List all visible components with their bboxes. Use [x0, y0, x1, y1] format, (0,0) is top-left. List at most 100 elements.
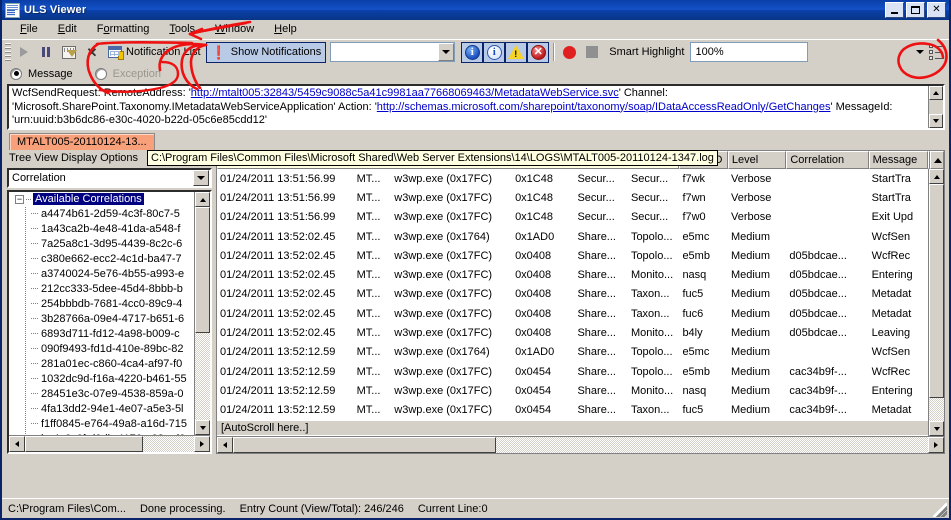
table-row[interactable]: 01/24/2011 13:52:02.45 MT... w3wp.exe (0x1…	[217, 304, 928, 323]
tree-item[interactable]: 254bbbdb-7681-4cc0-89c9-4	[9, 296, 194, 311]
tree-item[interactable]: a3740024-5e76-4b55-a993-e	[9, 266, 194, 281]
stop-button[interactable]	[581, 42, 603, 63]
resize-grip[interactable]	[933, 503, 947, 517]
message-link[interactable]: http://schemas.microsoft.com/sharepoint/…	[377, 101, 831, 113]
tree-item[interactable]: 6893d711-fd12-4a98-b009-c	[9, 326, 194, 341]
close-button[interactable]: ✕	[927, 2, 946, 18]
grid-scroll-up-button[interactable]	[929, 169, 944, 184]
tree-item[interactable]: 212cc333-5dee-45d4-8bbb-b	[9, 281, 194, 296]
tree-item[interactable]: 4fa13dd2-94e1-4e07-a5e3-5l	[9, 401, 194, 416]
menu-file[interactable]: File	[10, 21, 48, 37]
scroll-down-button[interactable]	[929, 114, 943, 128]
tree-root-node[interactable]: − Available Correlations	[9, 192, 194, 206]
filter-combo-arrow[interactable]	[438, 43, 455, 61]
filter-combo[interactable]	[330, 42, 456, 62]
tree-scroll-left-button[interactable]	[9, 436, 25, 452]
menu-window[interactable]: Window	[205, 21, 264, 37]
tree-group-by-combo[interactable]: Correlation	[7, 168, 212, 188]
grid-scroll-thumb[interactable]	[929, 184, 944, 398]
grid-scroll-down-button[interactable]	[929, 421, 944, 436]
maximize-button[interactable]	[906, 2, 925, 18]
tree-item[interactable]: 1032dc9d-f16a-4220-b461-55	[9, 371, 194, 386]
table-row[interactable]: 01/24/2011 13:52:02.45 MT... w3wp.exe (0x1…	[217, 265, 928, 284]
message-radio[interactable]	[10, 67, 22, 80]
menu-formatting[interactable]: Formatting	[87, 21, 160, 37]
tree-item[interactable]: 7a25a8c1-3d95-4439-8c2c-6	[9, 236, 194, 251]
log-tab[interactable]: MTALT005-20110124-13...	[9, 133, 155, 150]
tree-scroll-up-button[interactable]	[195, 192, 210, 207]
tree-item[interactable]: 3b28766a-09e4-4717-b651-6	[9, 311, 194, 326]
message-link[interactable]: http://mtalt005:32843/5459c9088c5a41c998…	[191, 87, 619, 99]
table-row[interactable]: 01/24/2011 13:51:56.99 MT... w3wp.exe (0x1…	[217, 208, 928, 227]
zoom-input[interactable]: 100%	[690, 42, 809, 62]
log-grid-rows[interactable]: 01/24/2011 13:51:56.99 MT... w3wp.exe (0x1…	[217, 169, 928, 423]
minimize-button[interactable]	[885, 2, 904, 18]
toolbar-overflow-button[interactable]	[913, 42, 927, 62]
tree-hscroll-track[interactable]	[25, 436, 194, 452]
tree-scroll-right-button[interactable]	[194, 436, 210, 452]
menu-help[interactable]: Help	[264, 21, 307, 37]
table-row[interactable]: 01/24/2011 13:52:02.45 MT... w3wp.exe (0x1…	[217, 246, 928, 265]
grid-hscroll-track[interactable]	[233, 437, 928, 453]
grid-vertical-scrollbar[interactable]	[928, 169, 944, 436]
info-critical-toggle[interactable]: i	[461, 41, 484, 63]
cell-exe: w3wp.exe (0x17FC)	[394, 288, 493, 301]
table-row[interactable]: 01/24/2011 13:52:12.59 MT... w3wp.exe (0x1…	[217, 381, 928, 400]
toolbar-options-button[interactable]	[929, 44, 945, 60]
tree-horizontal-scrollbar[interactable]	[9, 435, 210, 452]
table-row[interactable]: 01/24/2011 13:52:12.59 MT... w3wp.exe (0x1…	[217, 401, 928, 420]
table-row[interactable]: 01/24/2011 13:52:12.59 MT... w3wp.exe (0x1…	[217, 343, 928, 362]
table-row[interactable]: 01/24/2011 13:51:56.99 MT... w3wp.exe (0x1…	[217, 169, 928, 188]
tree-scroll-thumb[interactable]	[195, 207, 210, 333]
grid-header-sort-arrow[interactable]	[930, 151, 944, 169]
log-grid[interactable]: C:\Program Files\Common Files\Microsoft …	[216, 150, 945, 454]
tree-item[interactable]: c380e662-ecc2-4c1d-ba47-7	[9, 251, 194, 266]
cell-tid: 0x0454	[515, 384, 552, 397]
tree-item[interactable]: 1a43ca2b-4e48-41da-a548-f	[9, 221, 194, 236]
table-row[interactable]: 01/24/2011 13:52:02.45 MT... w3wp.exe (0x1…	[217, 227, 928, 246]
tree-scroll-down-button[interactable]	[195, 420, 210, 435]
menu-edit[interactable]: Edit	[48, 21, 87, 37]
tree-item[interactable]: 28451e3c-07e9-4538-859a-0	[9, 386, 194, 401]
pause-button[interactable]	[35, 42, 57, 63]
correlation-tree[interactable]: − Available Correlations a4474b61-2d59-4…	[7, 190, 212, 454]
table-row[interactable]: 01/24/2011 13:52:02.45 MT... w3wp.exe (0x1…	[217, 323, 928, 342]
tree-group-by-arrow[interactable]	[193, 170, 209, 186]
toolbar-grip[interactable]	[5, 43, 11, 61]
show-notifications-button[interactable]: ❗ Show Notifications	[205, 41, 327, 63]
play-button[interactable]	[13, 42, 35, 63]
cell-timestamp: 01/24/2011 13:52:02.45	[220, 269, 336, 282]
record-button[interactable]	[558, 42, 581, 63]
warning-toggle[interactable]	[505, 41, 528, 63]
scroll-up-button[interactable]	[929, 86, 943, 100]
table-row[interactable]: 01/24/2011 13:52:12.59 MT... w3wp.exe (0x1…	[217, 362, 928, 381]
autoscroll-row[interactable]: [AutoScroll here..]	[217, 421, 928, 435]
grid-horizontal-scrollbar[interactable]	[217, 436, 944, 453]
tree-expander-icon[interactable]: −	[15, 194, 24, 204]
grid-header-level[interactable]: Level	[727, 151, 787, 169]
grid-hscroll-thumb[interactable]	[233, 437, 496, 453]
cell-tid: 0x0408	[515, 307, 552, 320]
grid-header-correlation[interactable]: Correlation	[786, 151, 869, 169]
tree-hscroll-thumb[interactable]	[25, 436, 143, 452]
tree-item[interactable]: a4474b61-2d59-4c3f-80c7-5	[9, 206, 194, 221]
tree-item[interactable]: f1ff0845-e764-49a8-a16d-715	[9, 416, 194, 431]
grid-scroll-left-button[interactable]	[217, 437, 233, 453]
tree-item[interactable]: 090f9493-fd1d-410e-89bc-82	[9, 341, 194, 356]
message-pane-scrollbar[interactable]	[928, 86, 943, 128]
grid-header-message[interactable]: Message	[868, 151, 929, 169]
tree-item[interactable]: 281a01ec-c860-4ca4-af97-f0	[9, 356, 194, 371]
error-toggle[interactable]: ✕	[527, 41, 550, 63]
clear-button[interactable]: ✕	[81, 42, 103, 63]
notification-list-button[interactable]: Notification List	[103, 42, 206, 63]
filter-button[interactable]	[57, 42, 81, 63]
grid-scroll-right-button[interactable]	[928, 437, 944, 453]
table-row[interactable]: 01/24/2011 13:51:56.99 MT... w3wp.exe (0x1…	[217, 188, 928, 207]
cell-product: Share...	[577, 307, 616, 320]
tree-vertical-scrollbar[interactable]	[194, 192, 210, 435]
exception-radio[interactable]	[94, 67, 107, 80]
table-row[interactable]: 01/24/2011 13:52:02.45 MT... w3wp.exe (0x1…	[217, 285, 928, 304]
menu-tools[interactable]: Tools	[159, 21, 205, 37]
info-toggle[interactable]: i	[483, 41, 506, 63]
message-detail-pane[interactable]: WcfSendRequest: RemoteAddress: 'http://m…	[7, 84, 945, 130]
